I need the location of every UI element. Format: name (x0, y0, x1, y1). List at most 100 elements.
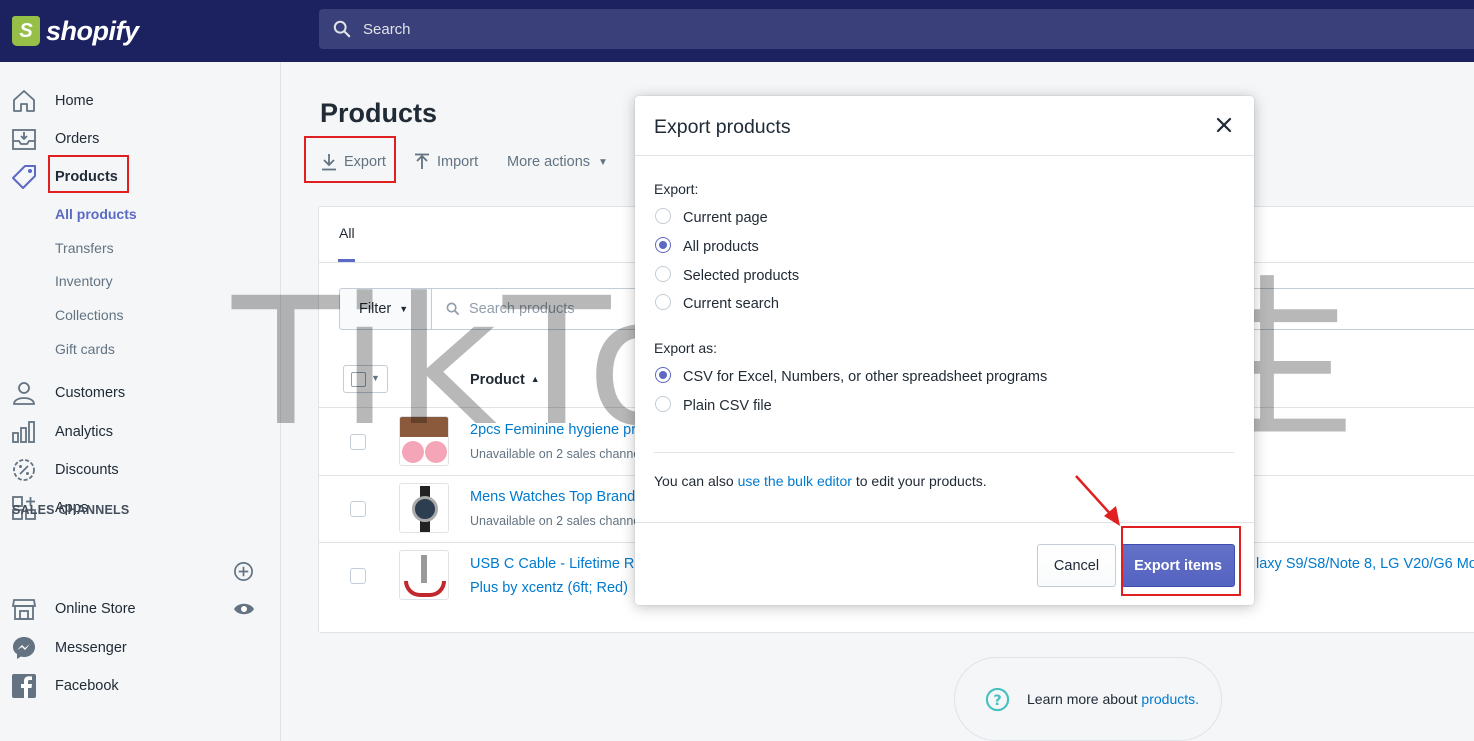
filter-label: Filter (359, 301, 392, 317)
radio-label[interactable]: Current search (683, 296, 779, 312)
radio-label[interactable]: Selected products (683, 268, 799, 284)
facebook-icon (12, 674, 36, 698)
tag-icon (12, 165, 36, 189)
search-icon (446, 302, 460, 316)
discount-icon (13, 459, 35, 481)
store-icon (11, 599, 37, 620)
nav-label: Facebook (55, 678, 119, 694)
nav-customers[interactable]: Customers (0, 377, 281, 409)
export-scope-label: Export: (654, 181, 699, 197)
person-icon (13, 382, 35, 405)
row-checkbox[interactable] (350, 568, 366, 584)
add-channel-icon[interactable] (233, 561, 254, 582)
modal-divider (654, 452, 1234, 453)
product-thumbnail[interactable] (399, 550, 449, 600)
subnav-gift-cards[interactable]: Gift cards (55, 341, 115, 357)
global-search[interactable]: Search (319, 9, 1474, 49)
subnav-inventory[interactable]: Inventory (55, 273, 113, 289)
product-title-link[interactable]: USB C Cable - Lifetime Rep (470, 556, 651, 572)
more-actions-label: More actions (507, 154, 591, 170)
import-action[interactable]: Import (414, 150, 478, 174)
logo-text: shopify (46, 15, 139, 46)
radio-current-search[interactable] (655, 294, 671, 310)
radio-plain-csv[interactable] (655, 396, 671, 412)
tab-all[interactable]: All (339, 225, 355, 241)
help-icon: ? (985, 687, 1010, 711)
caret-down-icon: ▼ (598, 156, 608, 168)
radio-label[interactable]: Plain CSV file (683, 398, 772, 414)
modal-footer-divider (635, 522, 1254, 523)
radio-label[interactable]: CSV for Excel, Numbers, or other spreads… (683, 369, 1047, 385)
nav-home[interactable]: Home (0, 85, 281, 117)
radio-csv-excel[interactable] (655, 367, 671, 383)
bulk-editor-note: You can also use the bulk editor to edit… (654, 473, 987, 489)
row-checkbox[interactable] (350, 501, 366, 517)
cancel-button[interactable]: Cancel (1037, 544, 1116, 587)
checkbox-box (351, 372, 366, 387)
home-icon (13, 90, 35, 112)
highlight-products (48, 155, 129, 193)
shopify-bag-icon: S (12, 16, 40, 46)
nav-label: Analytics (55, 424, 114, 440)
bar-chart-icon (12, 421, 35, 443)
radio-label[interactable]: Current page (683, 210, 768, 226)
learn-more-callout: ? Learn more about products. (954, 657, 1222, 741)
product-status: Unavailable on 2 sales channels (470, 447, 650, 461)
modal-header: Export products (635, 96, 1254, 156)
nav-messenger[interactable]: Messenger (0, 632, 281, 664)
subnav-all-products[interactable]: All products (55, 206, 137, 222)
caret-down-icon: ▼ (371, 373, 380, 383)
learn-more-link[interactable]: products. (1141, 691, 1199, 707)
subnav-transfers[interactable]: Transfers (55, 240, 114, 256)
product-search-placeholder: Search products (469, 301, 575, 317)
radio-label[interactable]: All products (683, 239, 759, 255)
eye-icon[interactable] (233, 601, 255, 617)
modal-title: Export products (654, 116, 791, 138)
highlight-export-items (1121, 526, 1241, 596)
search-placeholder: Search (363, 20, 411, 38)
svg-text:?: ? (993, 692, 1001, 708)
messenger-icon (13, 637, 35, 659)
radio-all-products[interactable] (655, 237, 671, 253)
nav-label: Customers (55, 385, 126, 401)
export-format-label: Export as: (654, 340, 718, 356)
product-thumbnail[interactable] (399, 483, 449, 533)
nav-facebook[interactable]: Facebook (0, 670, 281, 702)
highlight-export (304, 136, 396, 183)
nav-label: Discounts (55, 462, 119, 478)
bulk-editor-link[interactable]: use the bulk editor (738, 473, 852, 489)
search-icon (333, 20, 351, 38)
product-title-link[interactable]: Mens Watches Top Brand L (470, 489, 647, 505)
column-header-product[interactable]: Product ▲ (470, 372, 540, 388)
orders-icon (12, 129, 36, 150)
subnav-collections[interactable]: Collections (55, 307, 123, 323)
product-status: Unavailable on 2 sales channels (470, 514, 650, 528)
product-title-link[interactable]: 2pcs Feminine hygiene pro (470, 422, 644, 438)
nav-orders[interactable]: Orders (0, 123, 281, 155)
sort-up-icon: ▲ (530, 374, 540, 384)
close-icon[interactable] (1215, 116, 1233, 134)
radio-current-page[interactable] (655, 208, 671, 224)
sales-channels-heading: SALES CHANNELS (12, 503, 130, 517)
nav-analytics[interactable]: Analytics (0, 416, 281, 448)
nav-label: Orders (55, 131, 100, 147)
nav-label: Messenger (55, 640, 127, 656)
nav-label: Home (55, 93, 94, 109)
shopify-logo[interactable]: S shopify (0, 0, 281, 62)
row-checkbox[interactable] (350, 434, 366, 450)
learn-more-text: Learn more about (1027, 691, 1138, 707)
product-title-overflow[interactable]: laxy S9/S8/Note 8, LG V20/G6 More (1256, 556, 1474, 572)
page-title: Products (320, 98, 438, 128)
select-all-checkbox[interactable]: ▼ (343, 365, 388, 393)
more-actions[interactable]: More actions ▼ (507, 150, 608, 174)
upload-icon (415, 153, 429, 169)
filter-button[interactable]: Filter ▼ (339, 288, 432, 330)
product-thumbnail[interactable] (399, 416, 449, 466)
radio-selected-products[interactable] (655, 266, 671, 282)
pointer-arrow-icon (1075, 475, 1120, 526)
product-title-link-line2[interactable]: Plus by xcentz (6ft; Red) (470, 580, 628, 596)
nav-discounts[interactable]: Discounts (0, 454, 281, 486)
caret-down-icon: ▼ (399, 304, 409, 314)
nav-products[interactable]: Products (0, 161, 281, 193)
import-action-label: Import (437, 154, 479, 170)
